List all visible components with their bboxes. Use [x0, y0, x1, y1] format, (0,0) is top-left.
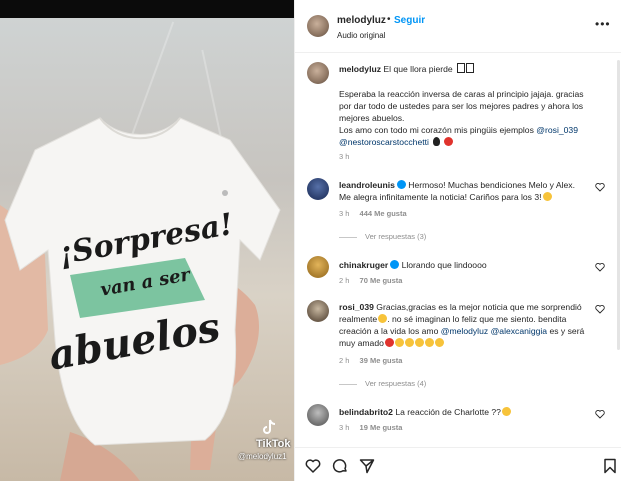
heart-icon[interactable]	[595, 304, 605, 314]
commenter-avatar[interactable]	[307, 256, 329, 278]
more-icon[interactable]: •••	[595, 17, 611, 31]
caption-avatar[interactable]	[307, 62, 329, 84]
commenter-avatar[interactable]	[307, 178, 329, 200]
emoji-icon	[424, 338, 434, 347]
author-username[interactable]: melodyluz	[337, 15, 386, 26]
comment-username[interactable]: belindabrito2	[339, 407, 393, 417]
comment-body: rosi_039 Gracias,gracias es la mejor not…	[339, 302, 585, 348]
mention-link[interactable]: @rosi_039	[536, 125, 578, 135]
emoji-icon	[414, 338, 424, 347]
tiktok-watermark: TikTok	[256, 438, 291, 450]
emoji-icon	[404, 338, 414, 347]
heart-icon[interactable]	[595, 182, 605, 192]
caption-line: por dar todo de ustedes para ser los mej…	[339, 101, 584, 111]
header-separator: •	[387, 14, 391, 25]
caption-time[interactable]: 3 h	[339, 152, 349, 161]
emoji-icon	[394, 338, 404, 347]
verified-icon	[396, 180, 406, 189]
mention-link[interactable]: @melodyluz	[441, 326, 488, 336]
post-details-panel: melodyluz • Seguir Audio original ••• me…	[294, 0, 621, 481]
smiling-face-emoji-icon	[378, 314, 388, 323]
caption-line: mejores abuelos.	[339, 113, 405, 123]
like-heart-icon[interactable]	[305, 458, 321, 474]
comment-body: belindabrito2 La reacción de Charlotte ?…	[339, 406, 511, 418]
commenter-avatar[interactable]	[307, 404, 329, 426]
smiling-face-emoji-icon	[542, 192, 552, 201]
comment-body: chinakruger Llorando que lindoooo	[339, 260, 487, 270]
comment-meta: 2 h 39 Me gusta	[339, 356, 403, 365]
penguin-emoji-icon	[433, 137, 441, 146]
follow-button[interactable]: Seguir	[394, 15, 425, 26]
verified-icon	[390, 260, 400, 269]
heart-icon[interactable]	[595, 409, 605, 419]
comment-meta: 2 h 70 Me gusta	[339, 276, 403, 285]
post-actions-bar	[295, 447, 621, 482]
scrollbar[interactable]	[617, 60, 620, 350]
caption-body: Esperaba la reacción inversa de caras al…	[339, 88, 614, 148]
view-replies-button[interactable]: Ver respuestas (3)	[339, 232, 426, 241]
share-icon[interactable]	[359, 458, 375, 474]
mention-link[interactable]: @alexcaniggia	[491, 326, 548, 336]
audio-label[interactable]: Audio original	[337, 31, 385, 40]
comment-username[interactable]: rosi_039	[339, 302, 374, 312]
comment-username[interactable]: chinakruger	[339, 260, 388, 270]
caption-emoji	[457, 63, 466, 73]
red-heart-emoji-icon	[384, 338, 394, 347]
view-replies-button[interactable]: Ver respuestas (4)	[339, 379, 426, 388]
post-header: melodyluz • Seguir Audio original •••	[295, 0, 621, 53]
caption-line-mentions-2: @nestoroscarstocchetti	[339, 136, 614, 148]
comment-username[interactable]: leandroleunis	[339, 180, 395, 190]
red-heart-emoji-icon	[443, 137, 453, 146]
caption-line: Esperaba la reacción inversa de caras al…	[339, 89, 584, 99]
caption-username[interactable]: melodyluz	[339, 64, 381, 74]
caption-headline: El que llora pierde	[383, 64, 453, 74]
emoji-icon	[434, 338, 444, 347]
heart-icon[interactable]	[595, 262, 605, 272]
tiktok-icon	[263, 419, 276, 434]
author-avatar[interactable]	[307, 15, 329, 37]
caption-line-mentions: Los amo con todo mi corazón mis pingüis …	[339, 125, 578, 135]
mention-link[interactable]: @nestoroscarstocchetti	[339, 137, 429, 147]
tiktok-handle: @melodyluz1	[238, 452, 287, 461]
smiling-face-emoji-icon	[501, 407, 511, 416]
commenter-avatar[interactable]	[307, 300, 329, 322]
comment-meta: 3 h 19 Me gusta	[339, 423, 403, 432]
comment-icon[interactable]	[332, 458, 348, 474]
post-media[interactable]: ¡Sorpresa! van a ser abuelos TikTok @mel…	[0, 0, 294, 481]
bookmark-icon[interactable]	[603, 458, 617, 474]
comment-body: leandroleunis Hermoso! Muchas bendicione…	[339, 180, 575, 202]
caption-headline-row: melodyluz El que llora pierde	[339, 63, 475, 75]
comment-meta: 3 h 444 Me gusta	[339, 209, 407, 218]
